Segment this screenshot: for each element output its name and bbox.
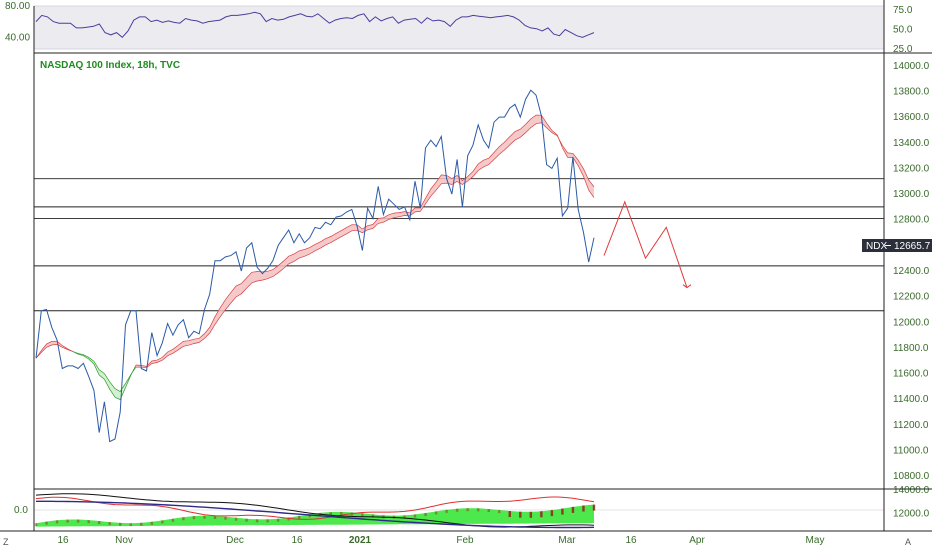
indicator-histogram-bar — [413, 514, 417, 518]
price-tick-label: 13000.0 — [893, 189, 930, 200]
indicator-histogram-bar — [434, 511, 438, 515]
auto-scale-button-label[interactable]: A — [905, 537, 911, 547]
indicator-histogram-bar — [213, 515, 217, 519]
indicator-histogram-bar — [245, 518, 248, 522]
indicator-histogram-bar — [150, 521, 154, 525]
indicator-histogram-bar — [571, 506, 575, 513]
price-badge-value: 12665.7 — [894, 241, 931, 252]
indicator-histogram-bar — [87, 520, 90, 524]
rsi-right-tick-label: 75.0 — [893, 5, 913, 16]
rsi-right-tick-label: 50.0 — [893, 24, 913, 35]
reset-zoom-button-label[interactable]: Z — [3, 537, 9, 547]
time-tick-label: 2021 — [349, 535, 372, 546]
indicator-histogram-bar — [424, 513, 427, 517]
ribbon-bear-segment — [562, 145, 594, 198]
indicator-histogram-bar — [476, 508, 480, 512]
indicator-histogram-bar — [55, 520, 59, 524]
price-tick-label: 12200.0 — [893, 292, 930, 303]
price-tick-label: 11400.0 — [893, 394, 929, 405]
projection-line — [603, 200, 688, 288]
price-tick-label: 13800.0 — [893, 86, 930, 97]
indicator-histogram-bar — [34, 523, 38, 527]
price-tick-label: 14000.0 — [893, 61, 930, 72]
indicator-histogram-bar — [298, 515, 301, 519]
indicator-histogram-bar — [45, 521, 48, 525]
indicator-histogram-bar — [561, 508, 564, 515]
rsi-left-tick-label: 80.00 — [5, 1, 30, 12]
indicator-left-tick-label: 0.0 — [14, 505, 28, 516]
indicator-histogram-bar — [140, 522, 143, 526]
indicator-histogram-bar — [224, 516, 227, 520]
price-panel: 14000.0 13800.0 13600.0 13400.0 13200.0 13000… — [34, 61, 930, 482]
indicator-histogram-bar — [108, 522, 111, 526]
price-tick-label: 12800.0 — [893, 215, 930, 226]
indicator-histogram-bar — [192, 516, 196, 520]
indicator-histogram-bar — [340, 511, 343, 515]
indicator-histogram-bar — [519, 511, 522, 518]
indicator-histogram-bar — [203, 515, 206, 519]
indicator-histogram-bar — [508, 511, 511, 518]
rsi-left-tick-label: 40.00 — [5, 32, 30, 43]
price-tick-label: 13400.0 — [893, 138, 930, 149]
indicator-right-tick-label: 12000.0 — [893, 509, 930, 520]
rsi-panel: 80.0040.0075.050.025.0 — [5, 1, 913, 55]
price-tick-label: 10800.0 — [893, 471, 930, 482]
ribbon-bull-segment — [72, 351, 136, 400]
time-tick-label: Feb — [456, 535, 474, 546]
price-tick-label: 12400.0 — [893, 266, 930, 277]
price-tick-label: 11800.0 — [893, 343, 929, 354]
price-tick-label: 11200.0 — [893, 420, 929, 431]
price-tick-label: 11600.0 — [893, 369, 929, 380]
time-tick-label: Mar — [558, 535, 576, 546]
indicator-histogram-bar — [455, 508, 459, 512]
time-tick-label: Apr — [689, 535, 705, 546]
price-tick-label: 12000.0 — [893, 317, 930, 328]
rsi-band — [33, 5, 885, 50]
indicator-histogram-bar — [582, 505, 585, 512]
price-badge: NDX 12665.7 — [862, 239, 932, 252]
indicator-histogram-bar — [550, 510, 554, 517]
time-tick-label: Nov — [115, 535, 133, 546]
indicator-histogram-bar — [234, 517, 238, 521]
indicator-histogram-bar — [276, 518, 280, 522]
indicator-histogram-bar — [161, 520, 164, 524]
indicator-histogram-bar — [445, 509, 448, 513]
indicator-histogram-bar — [97, 521, 101, 525]
reset-zoom-button[interactable]: Z — [0, 533, 14, 550]
time-tick-label: 16 — [625, 535, 637, 546]
indicator-histogram-bar — [66, 519, 69, 523]
price-tick-label: 13200.0 — [893, 163, 930, 174]
time-tick-label: 16 — [291, 535, 303, 546]
auto-scale-button[interactable]: A — [900, 533, 920, 550]
indicator-histogram-bar — [529, 511, 533, 518]
indicator-panel: 0.0 14000.0 12000.0 — [14, 485, 930, 529]
indicator-histogram-bar — [171, 518, 175, 522]
indicator-histogram-bar — [592, 504, 596, 511]
chart-root: 80.0040.0075.050.025.0 14000.013800.0136… — [0, 0, 932, 550]
indicator-histogram-bar — [361, 513, 364, 517]
indicator-histogram-bar — [266, 519, 269, 523]
indicator-histogram-bar — [487, 509, 490, 513]
indicator-right-tick-label: 14000.0 — [893, 485, 930, 496]
time-axis: 16 Nov Dec 16 2021 Feb Mar 16 Apr May — [57, 535, 824, 546]
indicator-histogram-bar — [255, 519, 259, 523]
time-tick-label: 16 — [57, 535, 69, 546]
indicator-histogram-bar — [329, 512, 332, 516]
indicator-histogram-bar — [182, 517, 185, 521]
indicator-histogram-bar — [466, 508, 469, 512]
chart-title: NASDAQ 100 Index, 18h, TVC — [40, 60, 180, 71]
price-badge-symbol: NDX — [866, 241, 887, 252]
price-tick-label: 11000.0 — [893, 446, 929, 457]
price-tick-label: 13600.0 — [893, 112, 930, 123]
indicator-histogram-bar — [540, 511, 543, 518]
indicator-histogram-bar — [119, 522, 122, 526]
indicator-histogram-bar — [129, 523, 132, 527]
indicator-histogram-bar — [498, 510, 501, 514]
time-tick-label: May — [806, 535, 825, 546]
time-tick-label: Dec — [226, 535, 244, 546]
indicator-histogram-bar — [76, 519, 80, 523]
